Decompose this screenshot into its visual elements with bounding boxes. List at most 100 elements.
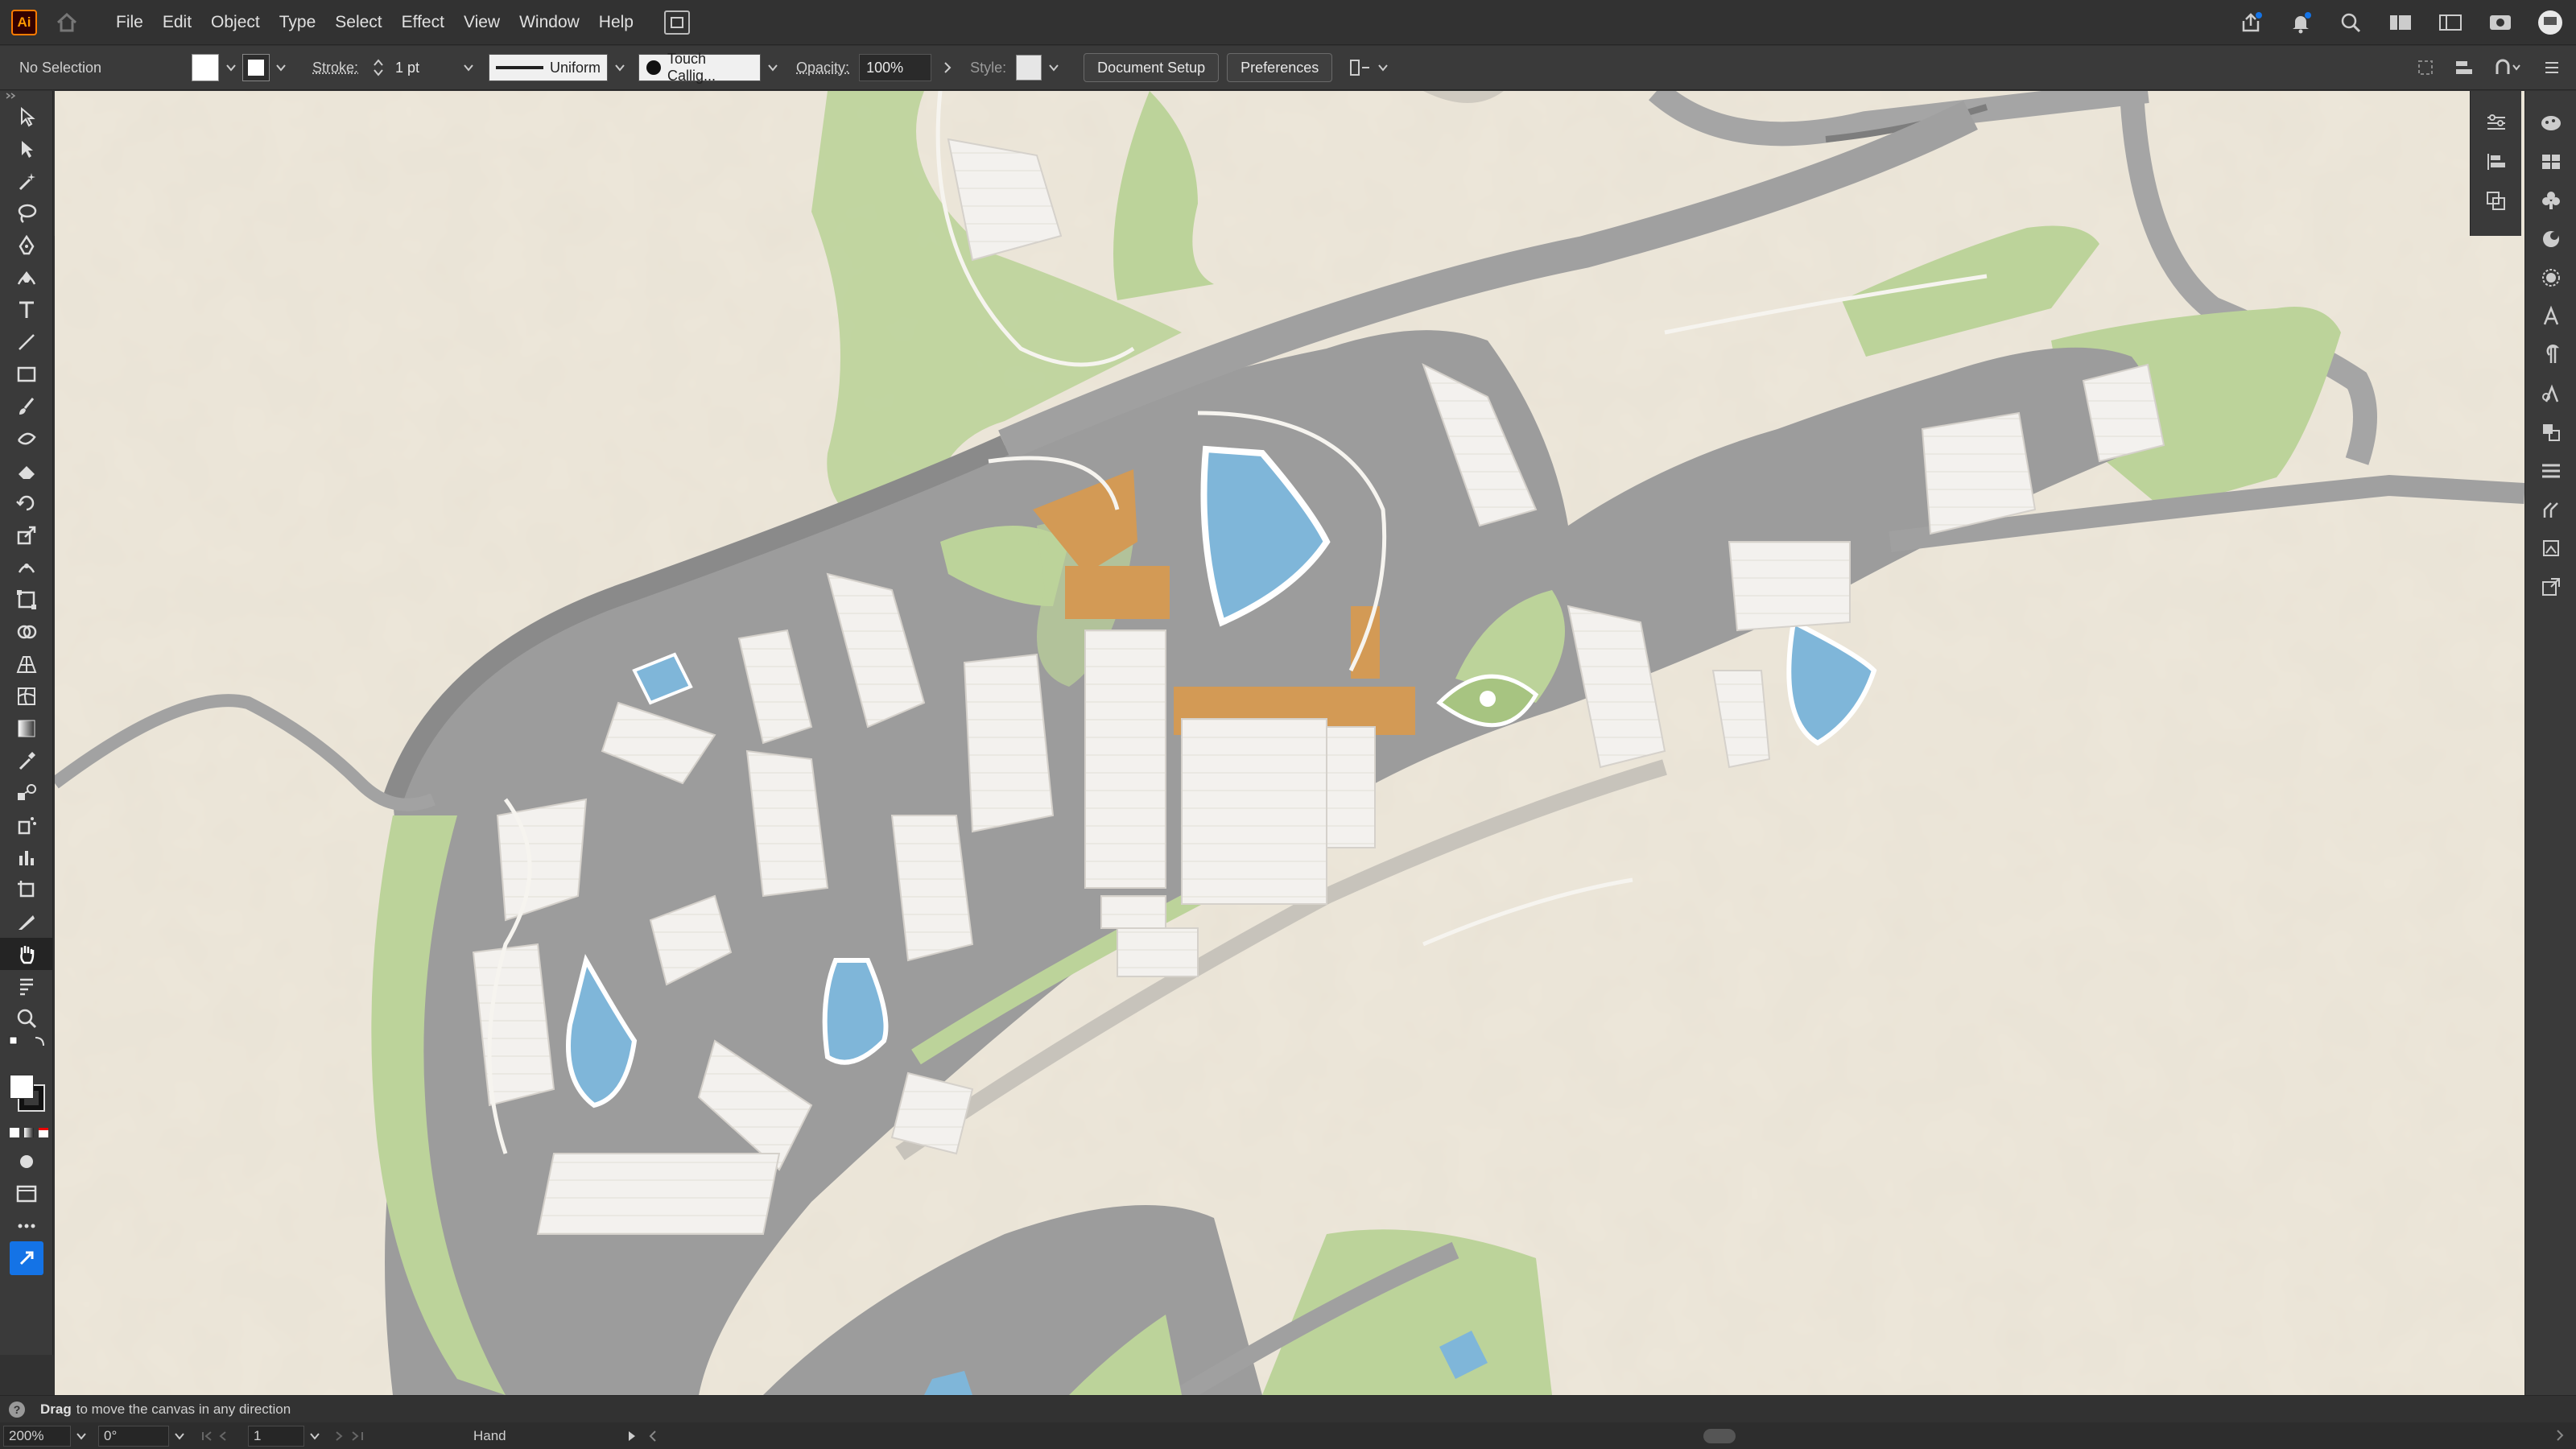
artboard-icon[interactable]	[0, 873, 53, 906]
menu-object[interactable]: Object	[201, 0, 270, 45]
help-icon[interactable]: ?	[8, 1401, 26, 1418]
opentype-icon[interactable]	[2525, 374, 2576, 413]
blend-icon[interactable]	[0, 777, 53, 809]
none-icon[interactable]	[39, 1128, 48, 1137]
artboard-dropdown-icon[interactable]	[309, 1432, 320, 1440]
free-transform-icon[interactable]	[0, 584, 53, 616]
eraser-icon[interactable]	[0, 455, 53, 487]
draw-mode-icon[interactable]	[0, 1146, 53, 1178]
scroll-left-icon[interactable]	[648, 1430, 658, 1443]
warp-icon[interactable]	[0, 551, 53, 584]
scale-icon[interactable]	[0, 519, 53, 551]
menu-edit[interactable]: Edit	[153, 0, 201, 45]
stroke-stepper-icon[interactable]	[373, 58, 384, 77]
document-setup-button[interactable]: Document Setup	[1084, 53, 1220, 82]
fill-swatch[interactable]	[192, 54, 219, 81]
rotate-icon[interactable]	[0, 487, 53, 519]
share-icon[interactable]	[2236, 8, 2265, 37]
style-dropdown-icon[interactable]	[1048, 62, 1059, 73]
hand-tool-icon[interactable]	[0, 938, 53, 970]
image-trace-icon[interactable]	[2525, 529, 2576, 568]
cloud-documents-icon[interactable]	[2486, 8, 2515, 37]
menu-type[interactable]: Type	[270, 0, 326, 45]
brush-definition[interactable]: Touch Callig...	[638, 51, 762, 84]
control-bar-menu-icon[interactable]	[2542, 58, 2562, 77]
symbol-sprayer-icon[interactable]	[0, 809, 53, 841]
artboard-canvas[interactable]	[55, 91, 2524, 1395]
slice-icon[interactable]	[0, 906, 53, 938]
stroke-weight-dropdown-icon[interactable]	[463, 62, 474, 73]
snap-options-icon[interactable]	[2494, 58, 2523, 77]
stroke-label[interactable]: Stroke:	[312, 60, 358, 76]
search-icon[interactable]	[2336, 8, 2365, 37]
stroke-weight-field[interactable]: 1 pt	[389, 54, 457, 81]
zoom-icon[interactable]	[0, 1002, 53, 1034]
profile-dropdown-icon[interactable]	[614, 62, 625, 73]
fill-dropdown-icon[interactable]	[225, 62, 237, 73]
pen-tool-icon[interactable]	[0, 229, 53, 262]
screen-mode-icon[interactable]	[0, 1178, 53, 1210]
preferences-button[interactable]: Preferences	[1227, 53, 1333, 82]
artboard-number-field[interactable]: 1	[248, 1425, 304, 1447]
opacity-expand-icon[interactable]	[943, 60, 952, 75]
workspace-switcher-icon[interactable]	[2386, 8, 2415, 37]
discover-icon[interactable]	[0, 1241, 53, 1275]
brush-dropdown-icon[interactable]	[767, 62, 778, 73]
line-tool-icon[interactable]	[0, 326, 53, 358]
swap-default-colors-icon[interactable]	[0, 1034, 53, 1049]
edit-toolbar-more-icon[interactable]	[0, 1210, 53, 1242]
libraries-icon[interactable]	[2525, 413, 2576, 452]
paintbrush-icon[interactable]	[0, 390, 53, 423]
curvature-tool-icon[interactable]	[0, 262, 53, 294]
opacity-label[interactable]: Opacity:	[796, 60, 849, 76]
right-bar-collapse[interactable]	[2525, 91, 2576, 104]
gradient-mode-icon[interactable]	[24, 1128, 34, 1137]
rectangle-tool-icon[interactable]	[0, 358, 53, 390]
right-dock-collapse[interactable]	[2471, 91, 2521, 104]
notifications-bell-icon[interactable]	[2286, 8, 2315, 37]
menu-effect[interactable]: Effect	[392, 0, 454, 45]
rotation-dropdown-icon[interactable]	[174, 1432, 185, 1440]
align-dropdown-icon[interactable]	[1377, 62, 1389, 73]
gradient-icon[interactable]	[0, 712, 53, 745]
transparency-icon[interactable]	[2525, 258, 2576, 297]
align-options-icon[interactable]	[1348, 56, 1371, 79]
print-tiling-icon[interactable]	[0, 970, 53, 1002]
color-icon[interactable]	[10, 1128, 19, 1137]
variable-width-profile[interactable]: Uniform	[489, 54, 609, 81]
align-left-icon[interactable]	[2471, 142, 2521, 181]
selection-tool-icon[interactable]	[0, 101, 53, 133]
layout-panel-icon[interactable]	[2436, 8, 2465, 37]
shape-builder-icon[interactable]	[0, 616, 53, 648]
menu-view[interactable]: View	[454, 0, 510, 45]
scroll-right-icon[interactable]	[2555, 1429, 2566, 1442]
blob-brush-icon[interactable]	[0, 423, 53, 455]
stroke-panel-icon[interactable]	[2525, 452, 2576, 490]
puppet-warp-icon[interactable]	[2525, 490, 2576, 529]
open-external-icon[interactable]	[2525, 568, 2576, 606]
graph-icon[interactable]	[0, 841, 53, 873]
opacity-field[interactable]: 100%	[859, 54, 932, 81]
home-icon[interactable]	[55, 10, 79, 35]
collapse-icon[interactable]	[5, 93, 16, 99]
perspective-grid-icon[interactable]	[0, 648, 53, 680]
appearance-icon[interactable]	[2525, 220, 2576, 258]
transform-icon[interactable]	[2417, 59, 2434, 76]
type-tool-icon[interactable]	[0, 294, 53, 326]
lasso-icon[interactable]	[0, 197, 53, 229]
mesh-icon[interactable]	[0, 680, 53, 712]
stroke-swatch-dropdown-icon[interactable]	[275, 62, 287, 73]
zoom-dropdown-icon[interactable]	[76, 1432, 87, 1440]
zoom-level-field[interactable]: 200%	[3, 1425, 71, 1447]
rotation-field[interactable]: 0°	[98, 1425, 169, 1447]
symbols-club-icon[interactable]	[2525, 181, 2576, 220]
stroke-swatch[interactable]	[242, 54, 270, 81]
direct-selection-tool-icon[interactable]	[0, 133, 53, 165]
first-prev-artboard-icon[interactable]	[200, 1430, 248, 1443]
graphic-style-swatch[interactable]	[1016, 55, 1042, 80]
menu-window[interactable]: Window	[510, 0, 589, 45]
user-avatar-icon[interactable]	[2536, 8, 2565, 37]
menu-select[interactable]: Select	[325, 0, 391, 45]
character-icon[interactable]	[2525, 297, 2576, 336]
swatches-icon[interactable]	[2525, 142, 2576, 181]
